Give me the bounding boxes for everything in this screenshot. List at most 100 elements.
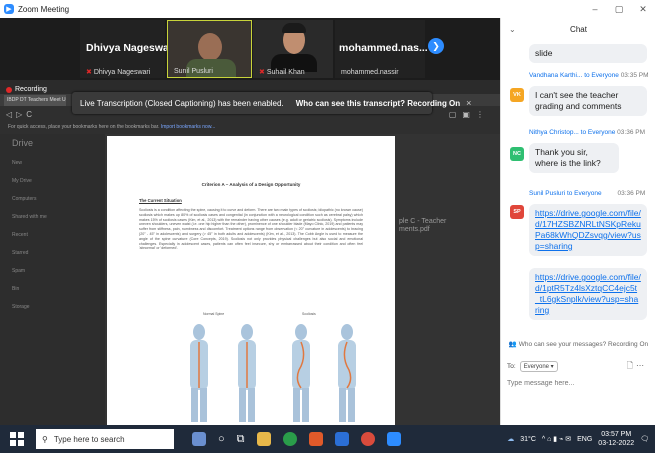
video-strip: Dhivya Nageswari ✖ Dhivya Nageswari Sunil… [0,18,500,80]
message-meta: Nithya Christop... to Everyone 03:36 PM [529,129,645,136]
spine-figure-4 [338,324,356,422]
record-dot-icon [6,86,12,93]
maximize-button[interactable]: ▢ [607,0,631,18]
chat-recipient-row: To: Everyone ▾ [507,361,558,372]
close-banner-button[interactable]: × [466,98,471,108]
close-window-button[interactable]: ✕ [631,0,655,18]
document-title: Criterion A – Analysis of a Design Oppor… [201,182,301,187]
drive-link[interactable]: https://drive.google.com/file/d/1ptR5Tz4… [535,272,641,315]
tray-icons[interactable]: ^ ⌂ ▮ ⌁ ✉ [542,435,571,443]
participant-tile[interactable]: ✖ Suhail Khan [253,20,333,78]
chrome-icon[interactable] [282,432,297,446]
drive-nav-item[interactable]: Bin [0,280,105,298]
file-icon[interactable]: 🗋 [627,361,636,370]
cortana-icon[interactable]: ○ [218,433,225,445]
spine-figure-1 [190,324,208,422]
drive-nav-item[interactable]: New [0,154,105,172]
chat-message: Thank you sir, where is the link? [529,143,619,173]
chat-header: ⌄ Chat [501,18,655,42]
spine-figure-2 [238,324,256,422]
drive-nav-item[interactable]: Storage [0,298,105,316]
participant-label: ✖ Suhail Khan [259,68,305,77]
drive-nav-item[interactable]: Starred [0,244,105,262]
taskbar-search[interactable]: ⚲ Type here to search [36,429,174,449]
chat-message-input[interactable] [507,380,647,387]
pdf-document: Criterion A – Analysis of a Design Oppor… [107,136,395,425]
message-time: 03:36 PM [617,190,646,197]
message-time: 03:35 PM [620,72,649,79]
clock[interactable]: 03:57 PM 03-12-2022 [598,430,634,448]
transcript-banner: Live Transcription (Closed Captioning) h… [72,92,471,114]
chevron-down-icon[interactable]: ⌄ [509,18,516,42]
file-explorer-icon[interactable] [256,432,271,446]
language-indicator[interactable]: ENG [577,436,592,443]
chrome-alt-icon[interactable] [360,432,375,446]
participant-label: ✖ Dhivya Nageswari [86,68,151,77]
chat-message: https://drive.google.com/file/d/1ptR5Tz4… [529,268,647,320]
drive-nav-item[interactable]: Spam [0,262,105,280]
import-bookmarks-link[interactable]: Import bookmarks now... [161,124,215,130]
transcript-visibility-link[interactable]: Who can see this transcript? Recording O… [296,99,460,108]
more-icon[interactable]: ⋯ [636,361,647,370]
office-icon[interactable] [308,432,323,446]
drive-link[interactable]: https://drive.google.com/file/d/17HZSBZN… [535,208,641,251]
participant-hair [282,23,306,33]
participant-tile[interactable]: mohammed.nas... mohammed.nassir [335,20,428,78]
participant-name: Dhivya Nageswari [86,42,176,54]
browser-action-icons[interactable]: ▢▣⋮ [449,110,490,119]
chat-message: I can't see the teacher grading and comm… [529,86,647,116]
message-meta: Sunil Pusluri to Everyone 03:36 PM [529,190,645,197]
avatar: NC [510,147,524,161]
recording-indicator: Recording [6,86,47,93]
sender-name[interactable]: Sunil Pusluri [529,190,565,197]
chat-message: slide [529,44,647,63]
drive-file-name[interactable]: ple C - Teacher ments.pdf [399,218,459,234]
drive-nav-item[interactable]: My Drive [0,172,105,190]
drive-file-panel: ple C - Teacher ments.pdf [395,134,500,425]
shared-screen: Recording IBDP DT Teachers Meet Up ◁▷C ▢… [0,80,500,425]
participant-tile-active-speaker[interactable]: Sunil Pusluri [167,20,252,78]
drive-nav-item[interactable]: Shared with me [0,208,105,226]
notification-icon[interactable]: 🗨 [640,435,649,443]
system-tray: ☁ 31°C ^ ⌂ ▮ ⌁ ✉ ENG 03:57 PM 03-12-2022… [507,425,655,453]
drive-nav-item[interactable]: Recent [0,226,105,244]
task-view-icon[interactable]: ⧉ [237,433,245,446]
weather-widget-icon[interactable] [192,432,206,446]
recipient: to Everyone [566,190,602,197]
participant-face [198,33,222,61]
word-icon[interactable] [334,432,349,446]
participant-tile[interactable]: Dhivya Nageswari ✖ Dhivya Nageswari [80,20,176,78]
to-label: To: [507,363,516,370]
avatar: VK [510,88,524,102]
windows-taskbar: ⚲ Type here to search ○ ⧉ ☁ 31°C ^ ⌂ ▮ ⌁… [0,425,655,453]
document-heading: The Current Situation [139,198,182,203]
figure-label: Scoliosis [302,312,316,316]
next-participants-button[interactable]: ❯ [428,38,444,54]
taskbar-apps: ○ ⧉ [192,432,401,446]
drive-logo: Drive [12,138,34,148]
recipient-select[interactable]: Everyone ▾ [519,361,558,372]
figure-label: Normal Spine [203,312,225,316]
browser-tab[interactable]: IBDP DT Teachers Meet Up [4,95,66,106]
chat-visibility-note[interactable]: 👥 Who can see your messages? Recording O… [501,340,655,348]
message-time: 03:36 PM [617,129,645,136]
people-icon: 👥 [508,341,517,348]
sender-name[interactable]: Vandhana Karthi... [529,72,582,79]
chat-message: https://drive.google.com/file/d/17HZSBZN… [529,204,647,256]
recipient: to Everyone [584,72,619,79]
sender-name[interactable]: Nithya Christop... [529,129,579,136]
weather-temp[interactable]: 31°C [520,436,536,443]
weather-icon: ☁ [507,436,515,443]
zoom-logo-icon: ▶ [4,4,14,14]
mic-muted-icon: ✖ [259,69,265,76]
title-bar: ▶ Zoom Meeting – ▢ ✕ [0,0,655,18]
chat-title: Chat [570,25,587,34]
zoom-taskbar-icon[interactable] [386,432,401,446]
chat-tools: 🗋⋯ [627,360,647,374]
windows-start-button[interactable] [10,432,24,446]
drive-nav-item[interactable]: Computers [0,190,105,208]
browser-nav-icons[interactable]: ◁▷C [6,110,36,119]
participant-label: mohammed.nassir [341,69,399,76]
avatar: SP [510,205,524,219]
minimize-button[interactable]: – [583,0,607,18]
